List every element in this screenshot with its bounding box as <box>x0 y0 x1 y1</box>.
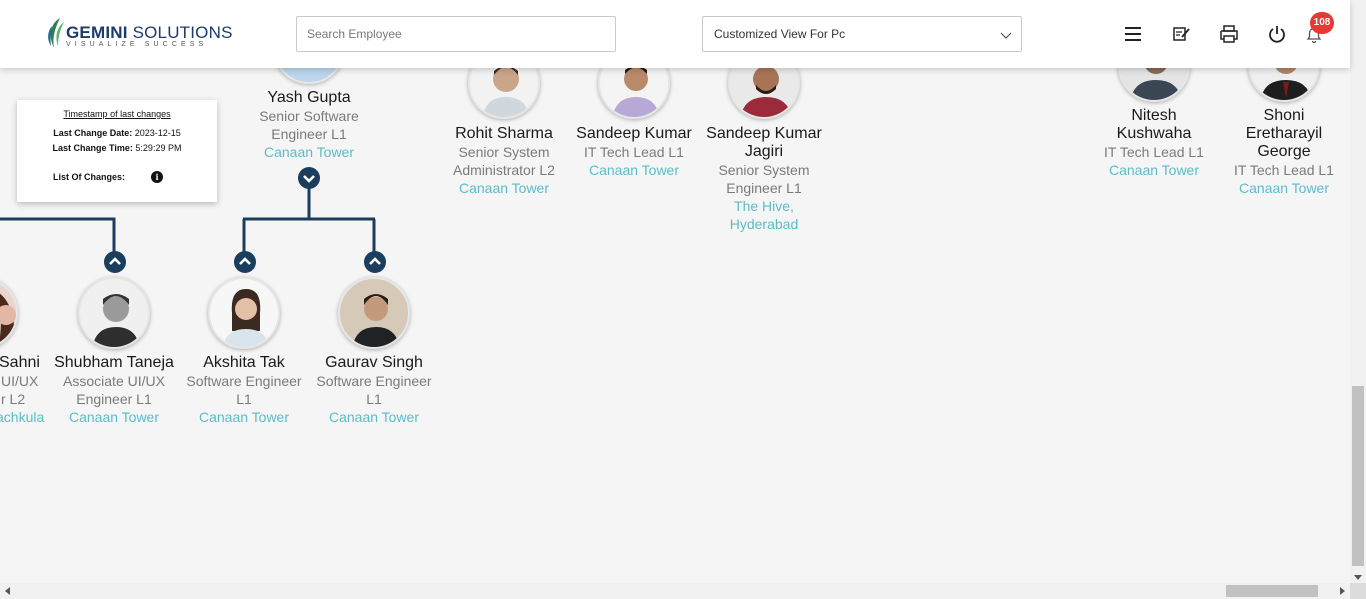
employee-card-gaurav-singh[interactable]: Gaurav Singh Software Engineer L1 Canaan… <box>309 354 439 426</box>
employee-location[interactable]: Canaan Tower <box>244 143 374 161</box>
employee-card-shoni-eretharayil-george[interactable]: Shoni Eretharayil George IT Tech Lead L1… <box>1219 107 1349 197</box>
employee-location[interactable]: Canaan Tower <box>439 179 569 197</box>
horizontal-scrollbar-thumb[interactable] <box>1226 585 1318 597</box>
view-select-value: Customized View For Pc <box>714 27 846 41</box>
employee-name: Yash Gupta <box>267 89 351 106</box>
search-employee-input[interactable] <box>296 16 616 52</box>
company-logo[interactable]: GEMINI SOLUTIONS VISUALIZE SUCCESS <box>46 16 232 52</box>
employee-role: Senior System Engineer L1 <box>718 162 810 196</box>
scroll-left-arrow-icon[interactable] <box>4 587 12 595</box>
employee-name: Sandeep Kumar Jagiri <box>706 125 822 160</box>
expand-toggle-akshita-tak[interactable] <box>234 251 256 273</box>
employee-location[interactable]: achkula <box>0 408 50 426</box>
chevron-up-icon <box>239 257 251 265</box>
employee-location[interactable]: Canaan Tower <box>1219 179 1349 197</box>
employee-card-rohit-sharma[interactable]: Rohit Sharma Senior System Administrator… <box>439 125 569 197</box>
employee-name: Rohit Sharma <box>455 125 553 142</box>
scrollbar-corner <box>1350 583 1366 599</box>
chevron-up-icon <box>109 257 121 265</box>
vertical-scrollbar-thumb[interactable] <box>1352 386 1364 566</box>
horizontal-scrollbar[interactable] <box>0 583 1350 599</box>
edit-note-icon[interactable] <box>1171 24 1191 44</box>
employee-location[interactable]: Canaan Tower <box>309 408 439 426</box>
logo-title: GEMINI SOLUTIONS <box>66 23 233 42</box>
avatar-gaurav-singh[interactable] <box>338 277 410 349</box>
employee-location[interactable]: Canaan Tower <box>179 408 309 426</box>
employee-role: Associate UI/UX Engineer L1 <box>63 373 165 407</box>
collapse-toggle-yash-gupta[interactable] <box>298 167 320 189</box>
employee-location[interactable]: The Hive, Hyderabad <box>719 197 809 233</box>
menu-icon[interactable] <box>1123 24 1143 44</box>
employee-role: IT Tech Lead L1 <box>1234 162 1334 178</box>
employee-card-sahni[interactable]: Sahni UI/UX r L2 achkula <box>0 354 50 426</box>
print-icon[interactable] <box>1219 24 1239 44</box>
power-icon[interactable] <box>1267 24 1287 44</box>
employee-name: Akshita Tak <box>203 354 285 371</box>
employee-role: Software Engineer L1 <box>186 373 302 407</box>
avatar-shubham-taneja[interactable] <box>78 277 150 349</box>
employee-card-sandeep-kumar[interactable]: Sandeep Kumar IT Tech Lead L1 Canaan Tow… <box>569 125 699 179</box>
employee-role: IT Tech Lead L1 <box>1104 144 1204 160</box>
expand-toggle-gaurav-singh[interactable] <box>364 251 386 273</box>
notification-badge[interactable]: 108 <box>1310 12 1334 34</box>
employee-name: Shoni Eretharayil George <box>1245 107 1323 160</box>
employee-name: Sahni <box>0 354 40 371</box>
employee-card-akshita-tak[interactable]: Akshita Tak Software Engineer L1 Canaan … <box>179 354 309 426</box>
employee-name: Sandeep Kumar <box>576 125 692 142</box>
scroll-right-arrow-icon[interactable] <box>1338 587 1346 595</box>
employee-name: Nitesh Kushwaha <box>1116 107 1192 142</box>
app-header: GEMINI SOLUTIONS VISUALIZE SUCCESS Custo… <box>0 0 1350 68</box>
logo-leaf-icon <box>48 18 64 48</box>
employee-role: Senior System Administrator L2 <box>453 144 555 178</box>
employee-card-shubham-taneja[interactable]: Shubham Taneja Associate UI/UX Engineer … <box>49 354 179 426</box>
employee-name: Shubham Taneja <box>54 354 174 371</box>
chevron-down-icon <box>303 175 315 183</box>
employee-role: Senior Software Engineer L1 <box>259 108 359 142</box>
expand-toggle-shubham-taneja[interactable] <box>104 251 126 273</box>
employee-card-sandeep-kumar-jagiri[interactable]: Sandeep Kumar Jagiri Senior System Engin… <box>699 125 829 233</box>
employee-location[interactable]: Canaan Tower <box>1089 161 1219 179</box>
employee-card-yash-gupta[interactable]: Yash Gupta Senior Software Engineer L1 C… <box>244 89 374 161</box>
chevron-up-icon <box>369 257 381 265</box>
employee-role-continued: r L2 <box>1 391 26 407</box>
view-select[interactable]: Customized View For Pc <box>702 16 1022 52</box>
employee-role: Software Engineer L1 <box>316 373 432 407</box>
employee-location[interactable]: Canaan Tower <box>569 161 699 179</box>
employee-card-nitesh-kushwaha[interactable]: Nitesh Kushwaha IT Tech Lead L1 Canaan T… <box>1089 107 1219 179</box>
scroll-down-arrow-icon[interactable] <box>1354 573 1362 581</box>
avatar-akshita-tak[interactable] <box>208 277 280 349</box>
employee-name: Gaurav Singh <box>325 354 423 371</box>
chevron-down-icon <box>1000 32 1012 39</box>
logo-subtitle: VISUALIZE SUCCESS <box>66 41 208 48</box>
employee-role: IT Tech Lead L1 <box>584 144 684 160</box>
employee-role: UI/UX <box>1 373 39 389</box>
employee-location[interactable]: Canaan Tower <box>49 408 179 426</box>
